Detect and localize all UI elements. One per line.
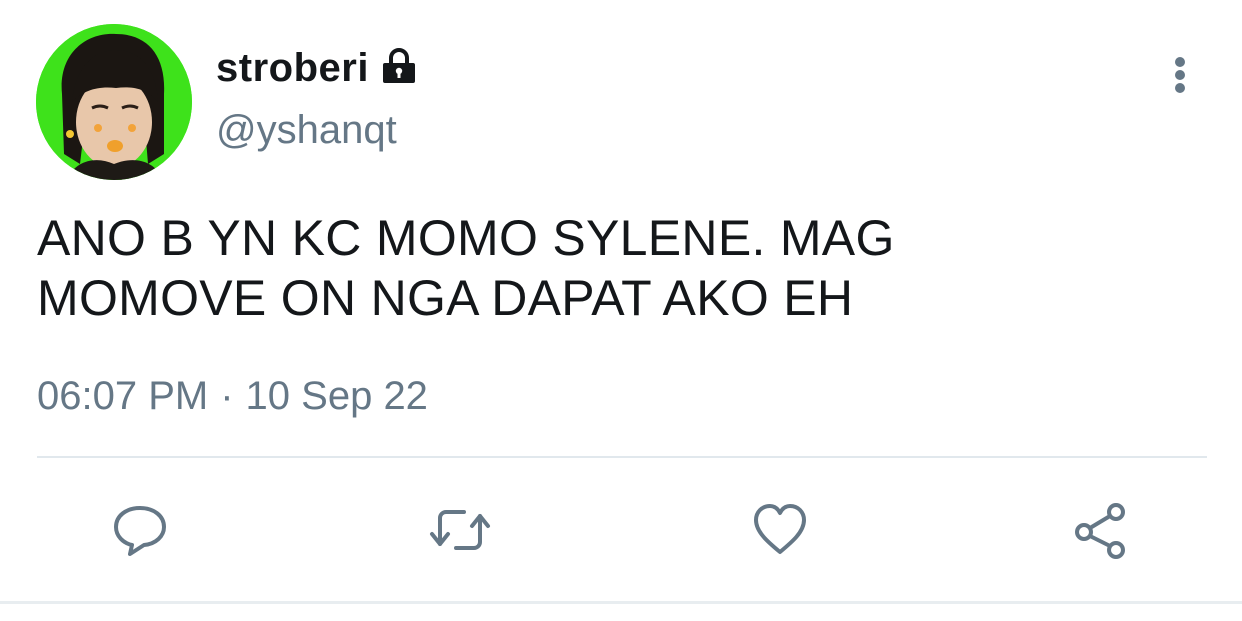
display-name[interactable]: stroberi: [216, 46, 369, 91]
avatar[interactable]: [36, 24, 192, 180]
tweet-date[interactable]: 10 Sep 22: [246, 374, 428, 419]
retweet-arrows-icon: [430, 510, 490, 550]
heart-icon: [754, 504, 806, 554]
author-name-row: stroberi: [216, 42, 419, 94]
like-button[interactable]: [748, 500, 812, 560]
author-handle[interactable]: @yshanqt: [216, 108, 397, 153]
avatar-image: [36, 24, 192, 180]
share-nodes-icon: [1075, 503, 1125, 559]
more-options-button[interactable]: [1160, 52, 1200, 98]
tweet-time[interactable]: 06:07 PM: [37, 374, 208, 419]
lock-icon: [379, 46, 419, 86]
retweet-button[interactable]: [428, 500, 492, 560]
share-button[interactable]: [1068, 500, 1132, 560]
tweet-text-line-1: ANO B YN KC MOMO SYLENE. MAG: [37, 210, 895, 266]
divider: [37, 456, 1207, 458]
tweet-text: ANO B YN KC MOMO SYLENE. MAG MOMOVE ON N…: [37, 208, 1197, 328]
tweet-text-line-2: MOMOVE ON NGA DAPAT AKO EH: [37, 270, 854, 326]
bottom-divider: [0, 601, 1242, 604]
timestamp-separator: ·: [220, 374, 234, 418]
tweet-timestamp: 06:07 PM · 10 Sep 22: [37, 374, 428, 419]
vertical-ellipsis-icon: [1175, 57, 1185, 93]
tweet-card: stroberi @yshanqt ANO B YN KC MOMO SYLEN…: [0, 0, 1242, 621]
speech-bubble-icon: [114, 506, 166, 556]
reply-button[interactable]: [108, 500, 172, 560]
